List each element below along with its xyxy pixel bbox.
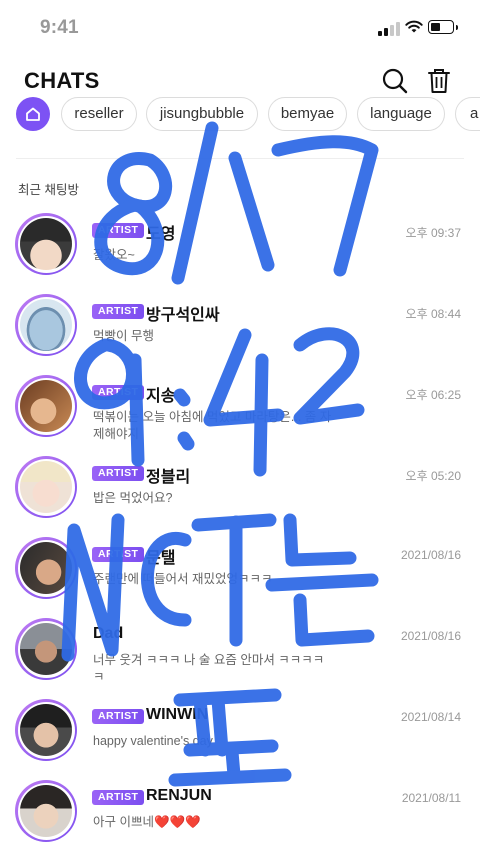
chat-row[interactable]: ARTIST 지송 오후 06:25 떡볶이는 오늘 아침에 먹었고 마라탕은.… (0, 375, 480, 456)
filter-chip-language[interactable]: language (357, 97, 445, 131)
chat-row[interactable]: ARTIST WINWIN 2021/08/14 happy valentine… (0, 699, 480, 780)
artist-badge: ARTIST (92, 304, 145, 319)
divider (16, 158, 464, 159)
battery-icon (428, 20, 458, 34)
avatar[interactable] (15, 213, 77, 275)
chat-name: RENJUN (146, 787, 212, 804)
chat-time: 2021/08/11 (401, 791, 461, 805)
chat-time: 오후 05:20 (405, 469, 461, 483)
filter-chip-more[interactable]: a (455, 97, 480, 131)
chat-row[interactable]: Dad 2021/08/16 너무 웃겨 ㅋㅋㅋ 나 술 요즘 안마셔 ㅋㅋㅋㅋ… (0, 618, 480, 699)
chat-preview: 밥은 먹었어요? (93, 491, 173, 505)
section-label-recent-chats: 최근 채팅방 (18, 183, 79, 197)
home-filter-button[interactable] (16, 97, 50, 131)
page-title: CHATS (24, 68, 100, 93)
avatar[interactable] (15, 699, 77, 761)
search-icon[interactable] (380, 66, 410, 96)
artist-badge: ARTIST (92, 547, 145, 562)
chat-preview: 너무 웃겨 ㅋㅋㅋ 나 술 요즘 안마셔 ㅋㅋㅋㅋㅋ (93, 653, 325, 684)
chat-time: 2021/08/16 (400, 548, 461, 562)
avatar[interactable] (15, 294, 77, 356)
chat-preview: 먹빵이 무행 (93, 329, 154, 343)
home-icon (26, 107, 40, 121)
chat-name: 방구석인싸 (146, 307, 220, 324)
chat-time: 오후 06:25 (405, 388, 461, 402)
avatar[interactable] (15, 780, 77, 842)
chat-name: 문탤 (146, 550, 176, 567)
chat-name: 지송 (146, 388, 176, 405)
artist-badge: ARTIST (92, 709, 145, 724)
filter-chip-reseller[interactable]: reseller (61, 97, 137, 131)
chat-name: 정블리 (146, 469, 191, 486)
chat-row[interactable]: ARTIST 정블리 오후 05:20 밥은 먹었어요? (0, 456, 480, 537)
chat-preview: 떡볶이는 오늘 아침에 먹었고 마라탕은... 좀 자제해야지 (93, 410, 332, 441)
chat-preview: happy valentine's day (93, 734, 213, 748)
chat-name: 도영 (146, 226, 176, 243)
chat-preview: 아구 이쁘네❤️❤️❤️ (93, 815, 201, 829)
artist-badge: ARTIST (92, 790, 145, 805)
filter-chip-jisungbubble[interactable]: jisungbubble (146, 97, 258, 131)
chat-name: WINWIN (146, 706, 209, 723)
chat-name: Dad (93, 625, 124, 642)
chat-time: 2021/08/14 (400, 710, 461, 724)
chat-time: 2021/08/16 (400, 629, 461, 643)
avatar[interactable] (15, 537, 77, 599)
chat-row[interactable]: ARTIST 도영 오후 09:37 잘왔오~ (0, 213, 480, 294)
chat-row[interactable]: ARTIST 문탤 2021/08/16 주랜만에 떠들어서 재밌었엉ㅋㅋㅋ (0, 537, 480, 618)
cellular-signal-icon (378, 22, 400, 36)
chat-row[interactable]: ARTIST 방구석인싸 오후 08:44 먹빵이 무행 (0, 294, 480, 375)
wifi-icon (405, 20, 423, 33)
avatar[interactable] (15, 375, 77, 437)
avatar[interactable] (15, 618, 77, 680)
artist-badge: ARTIST (92, 466, 145, 481)
chat-row[interactable]: ARTIST RENJUN 2021/08/11 아구 이쁘네❤️❤️❤️ (0, 780, 480, 861)
chat-preview: 잘왔오~ (93, 248, 135, 262)
trash-icon[interactable] (424, 66, 454, 96)
chat-preview: 주랜만에 떠들어서 재밌었엉ㅋㅋㅋ (93, 572, 273, 586)
chat-time: 오후 08:44 (405, 307, 461, 321)
artist-badge: ARTIST (92, 223, 145, 238)
status-bar: 9:41 (0, 0, 480, 58)
avatar[interactable] (15, 456, 77, 518)
filter-chip-bar[interactable]: reseller jisungbubble bemyae language a (16, 97, 480, 131)
chat-time: 오후 09:37 (405, 226, 461, 240)
filter-chip-bemyae[interactable]: bemyae (268, 97, 347, 131)
artist-badge: ARTIST (92, 385, 145, 400)
